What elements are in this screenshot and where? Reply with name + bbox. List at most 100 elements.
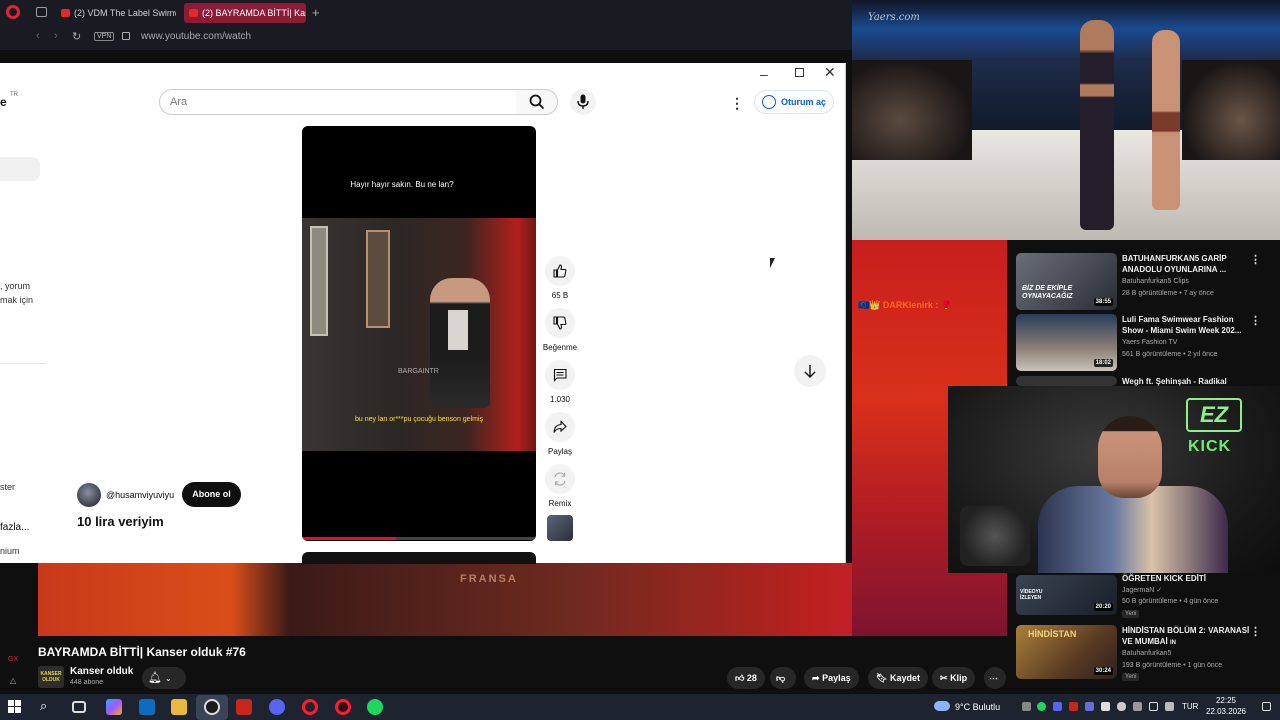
recommendation-thumbnail[interactable]: 18:02: [1016, 314, 1117, 371]
url-field[interactable]: www.youtube.com/watch: [141, 31, 251, 42]
short-comment-count: 1.030: [549, 395, 571, 404]
recommendation-channel[interactable]: Batuhanfurkan5 Clips: [1122, 278, 1189, 285]
runway-video[interactable]: Yaers.com: [852, 0, 1280, 240]
search-icon[interactable]: ⌕: [40, 698, 47, 714]
voicemod-icon[interactable]: [236, 699, 252, 715]
more-options-icon[interactable]: ⋮: [1250, 253, 1261, 266]
tray-app-icon[interactable]: [1085, 702, 1094, 711]
tray-app-icon[interactable]: [1165, 702, 1174, 711]
tray-app-icon[interactable]: [1101, 702, 1110, 711]
sidebar-text[interactable]: nium: [0, 546, 20, 556]
next-short-preview[interactable]: [302, 552, 536, 564]
recommendation-channel[interactable]: Yaers Fashion TV: [1122, 339, 1177, 346]
copilot-icon[interactable]: [106, 699, 122, 715]
voice-search-button[interactable]: [570, 89, 596, 115]
reload-icon[interactable]: ↻: [72, 30, 81, 43]
notification-bell-button[interactable]: 🔔︎ ⌄: [142, 667, 186, 689]
frame-person-shirt: [448, 310, 468, 350]
windows-start-icon[interactable]: [8, 700, 22, 714]
left-sidebar-icon[interactable]: GX: [8, 656, 18, 663]
search-button[interactable]: [516, 89, 558, 115]
clip-label: Klip: [950, 673, 968, 683]
opera-logo-icon[interactable]: [6, 5, 20, 19]
short-progress-bar[interactable]: [302, 537, 536, 540]
more-actions-button[interactable]: ⋯: [984, 667, 1006, 689]
more-options-icon[interactable]: ⋮: [1250, 625, 1261, 638]
clock-time[interactable]: 22:25: [1212, 696, 1240, 705]
channel-avatar[interactable]: [77, 483, 101, 507]
recommendation-channel[interactable]: Batuhanfurkan5: [1122, 650, 1171, 657]
recommendation-channel[interactable]: JagermaN ✓: [1122, 586, 1162, 594]
verified-icon: ✓: [1156, 587, 1163, 594]
usb-icon[interactable]: [1149, 702, 1158, 711]
maximize-icon[interactable]: [795, 68, 804, 77]
tab-overview-icon[interactable]: [36, 7, 47, 17]
background-channel-name[interactable]: Kanser olduk: [70, 666, 133, 677]
spotify-icon[interactable]: [367, 699, 383, 715]
recommendation-thumbnail[interactable]: BİZ DE EKİPLE OYNAYACAĞIZ 38:55: [1016, 253, 1117, 310]
short-dislike-button[interactable]: [545, 308, 575, 338]
input-language[interactable]: TUR: [1182, 702, 1198, 711]
clip-button[interactable]: ✂ Klip: [932, 667, 976, 689]
short-like-button[interactable]: [545, 256, 575, 286]
opera-gx-icon[interactable]: [335, 699, 351, 715]
weather-text[interactable]: 9°C Bulutlu: [955, 702, 1000, 712]
notifications-icon[interactable]: [1262, 702, 1271, 711]
short-comments-button[interactable]: [545, 360, 575, 390]
settings-menu-button[interactable]: ⋮: [730, 95, 744, 112]
short-like-count: 65 B: [551, 291, 569, 300]
outlook-icon[interactable]: [139, 699, 155, 715]
clock-date[interactable]: 22.03.2026: [1200, 707, 1252, 716]
recommendation-thumbnail[interactable]: HİNDİSTAN 30:24: [1016, 625, 1117, 679]
minimize-icon[interactable]: –: [760, 66, 768, 82]
audio-source-thumbnail[interactable]: [547, 515, 573, 541]
recommendation-title[interactable]: HİNDİSTAN BÖLÜM 2: VARANASİ VE MUMBAİ IN: [1122, 625, 1250, 649]
recommendation-thumbnail[interactable]: VİDEOYU İZLEYEN 20:20: [1016, 575, 1117, 615]
shorts-video-player[interactable]: Hayır hayır sakın. Bu ne lan? BARGAINTR …: [302, 126, 536, 541]
discord-icon[interactable]: [269, 699, 285, 715]
forward-icon[interactable]: ›: [54, 30, 58, 42]
sidebar-text[interactable]: fazla...: [0, 522, 29, 533]
like-button[interactable]: 👍︎ 28: [727, 667, 765, 689]
opera-icon[interactable]: [302, 699, 318, 715]
discord-tray-icon[interactable]: [1053, 702, 1062, 711]
channel-handle[interactable]: @husamviyuviyu: [106, 490, 174, 500]
short-remix-button[interactable]: [545, 464, 575, 494]
recommendation-title[interactable]: BATUHANFURKAN5 GARİP ANADOLU OYUNLARINA …: [1122, 253, 1250, 275]
vpn-badge[interactable]: VPN: [94, 32, 115, 41]
short-share-button[interactable]: [545, 412, 575, 442]
new-tab-button[interactable]: +: [312, 3, 326, 23]
share-button[interactable]: ➦ Paylaş: [804, 667, 859, 689]
subscribe-button[interactable]: Abone ol: [182, 482, 241, 507]
more-options-icon[interactable]: ⋮: [1250, 314, 1261, 327]
lock-icon[interactable]: [122, 32, 130, 40]
background-channel-avatar[interactable]: KANSER OLDUK: [38, 666, 64, 688]
recommendation-title[interactable]: Luli Fama Swimwear Fashion Show - Miami …: [1122, 314, 1250, 336]
search-input[interactable]: Ara: [159, 89, 517, 115]
obs-icon[interactable]: [204, 699, 220, 715]
save-button[interactable]: 🔖︎ Kaydet: [868, 667, 928, 689]
frame-subtitle: bu ney lan or***pu çocuğu benson gelmiş: [354, 416, 484, 423]
tray-app-icon[interactable]: [1133, 702, 1142, 711]
tray-app-icon[interactable]: [1069, 702, 1078, 711]
sidebar-text[interactable]: ster: [0, 482, 15, 492]
browser-tab-bayramda[interactable]: (2) BAYRAMDA BİTTİ| Kan: [184, 3, 306, 23]
sidebar-active-item[interactable]: [0, 157, 40, 181]
arrow-down-icon: [804, 365, 816, 378]
cloud-icon[interactable]: [934, 701, 950, 711]
youtube-logo[interactable]: e: [0, 95, 7, 109]
left-sidebar-icon[interactable]: △: [10, 676, 16, 685]
file-explorer-icon[interactable]: [171, 699, 187, 715]
recommendation-title[interactable]: ÖĞRETEN KICK EDİTİ: [1122, 573, 1250, 584]
task-view-icon[interactable]: [72, 701, 86, 713]
next-short-button[interactable]: [794, 355, 826, 387]
back-icon[interactable]: ‹: [36, 30, 40, 42]
microphone-tray-icon[interactable]: [1117, 702, 1126, 711]
spotify-tray-icon[interactable]: [1037, 702, 1046, 711]
dislike-button[interactable]: 👎︎: [770, 667, 796, 689]
recommendation-thumbnail[interactable]: [1016, 376, 1117, 386]
browser-tab-vdm[interactable]: (2) VDM The Label Swimw: [56, 3, 176, 23]
close-icon[interactable]: ✕: [824, 64, 836, 81]
tray-chevron-icon[interactable]: [1022, 702, 1031, 711]
tab-label: (2) BAYRAMDA BİTTİ| Kan: [202, 8, 306, 18]
